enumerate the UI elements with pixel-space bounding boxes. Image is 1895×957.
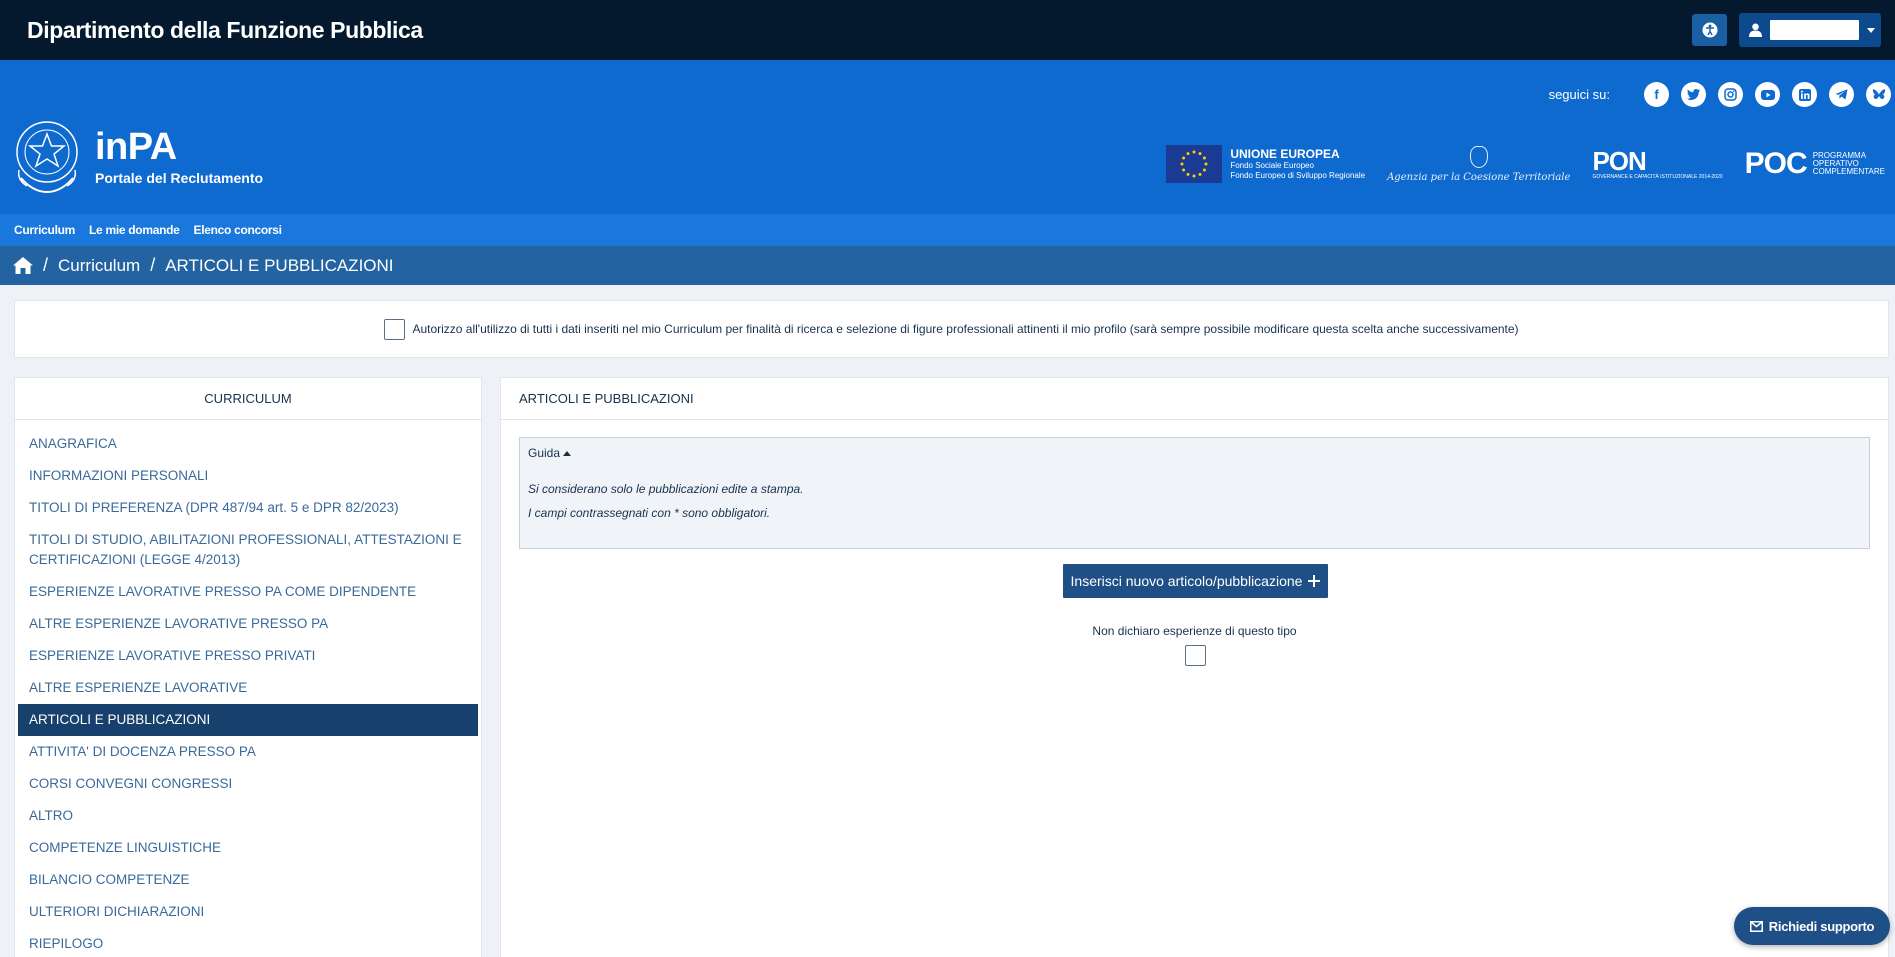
sidebar-title: CURRICULUM (15, 378, 481, 420)
sidebar-item[interactable]: ALTRO (18, 800, 478, 832)
brand-title[interactable]: inPA (95, 126, 177, 169)
eu-line-1: Fondo Sociale Europeo (1230, 161, 1314, 170)
sidebar-item[interactable]: ALTRE ESPERIENZE LAVORATIVE PRESSO PA (18, 608, 478, 640)
guide-line-1: Si considerano solo le pubblicazioni edi… (528, 482, 804, 496)
sidebar-item[interactable]: ESPERIENZE LAVORATIVE PRESSO PRIVATI (18, 640, 478, 672)
breadcrumb-item-curriculum[interactable]: Curriculum (58, 256, 140, 276)
breadcrumb-item-current: ARTICOLI E PUBBLICAZIONI (165, 255, 394, 275)
eu-flag-icon (1166, 145, 1223, 183)
linkedin-icon[interactable] (1792, 82, 1817, 107)
poc-logo: POC PROGRAMMA OPERATIVO COMPLEMENTARE (1745, 147, 1885, 181)
brand-subtitle: Portale del Reclutamento (95, 170, 264, 186)
social-follow: seguici su: f (1549, 82, 1895, 107)
eu-title: UNIONE EUROPEA (1230, 147, 1340, 161)
follow-label: seguici su: (1548, 87, 1610, 102)
youtube-icon[interactable] (1755, 82, 1780, 107)
add-publication-button[interactable]: Inserisci nuovo articolo/pubblicazione (1063, 564, 1328, 598)
telegram-icon[interactable] (1829, 82, 1854, 107)
instagram-icon[interactable] (1718, 82, 1743, 107)
partner-logos: UNIONE EUROPEA Fondo Sociale Europeo Fon… (1166, 134, 1885, 194)
support-button[interactable]: Richiedi supporto (1734, 907, 1890, 945)
nav-item-elenco-concorsi[interactable]: Elenco concorsi (194, 223, 283, 237)
accessibility-icon (1702, 22, 1717, 38)
republic-emblem-logo (16, 121, 78, 194)
breadcrumb: / Curriculum / ARTICOLI E PUBBLICAZIONI (0, 246, 1895, 285)
guide-toggle[interactable]: Guida (528, 446, 1861, 460)
curriculum-sidebar: CURRICULUM ANAGRAFICA INFORMAZIONI PERSON… (14, 377, 482, 957)
sidebar-item[interactable]: ANAGRAFICA (18, 428, 478, 460)
nav-item-curriculum[interactable]: Curriculum (14, 223, 75, 237)
sidebar-item[interactable]: TITOLI DI STUDIO, ABILITAZIONI PROFESSIO… (18, 524, 478, 576)
consent-checkbox[interactable] (384, 318, 406, 340)
eu-logo: UNIONE EUROPEA Fondo Sociale Europeo Fon… (1166, 145, 1365, 183)
consent-box: Autorizzo all'utilizzo di tutti i dati i… (14, 300, 1889, 358)
plus-icon (1308, 575, 1321, 587)
facebook-icon[interactable]: f (1644, 82, 1669, 107)
guide-box: Guida Si considerano solo le pubblicazio… (519, 437, 1870, 549)
department-name[interactable]: Dipartimento della Funzione Pubblica (27, 17, 423, 44)
chevron-up-icon (563, 450, 572, 456)
eu-line-2: Fondo Europeo di Sviluppo Regionale (1230, 171, 1366, 180)
top-right-actions (1692, 13, 1881, 47)
home-icon[interactable] (13, 257, 33, 274)
center-header: seguici su: f inPA Portale del Reclutame… (0, 60, 1895, 214)
twitter-icon[interactable] (1681, 82, 1706, 107)
sidebar-item[interactable]: ESPERIENZE LAVORATIVE PRESSO PA COME DIP… (18, 576, 478, 608)
add-publication-label: Inserisci nuovo articolo/pubblicazione (1070, 573, 1303, 589)
sidebar-item[interactable]: TITOLI DI PREFERENZA (DPR 487/94 art. 5 … (18, 492, 478, 524)
bluesky-icon[interactable] (1866, 82, 1891, 107)
nav-item-le-mie-domande[interactable]: Le mie domande (89, 223, 180, 237)
breadcrumb-separator: / (150, 255, 156, 275)
accessibility-button[interactable] (1692, 14, 1727, 46)
sidebar-item[interactable]: CORSI CONVEGNI CONGRESSI (18, 768, 478, 800)
poc-line-3: COMPLEMENTARE (1812, 167, 1885, 176)
agency-logo: Agenzia per la Coesione Territoriale (1387, 145, 1571, 183)
sidebar-item[interactable]: INFORMAZIONI PERSONALI (18, 460, 478, 492)
main-panel: ARTICOLI E PUBBLICAZIONI Guida Si consid… (500, 377, 1889, 957)
user-name-redacted (1770, 20, 1859, 40)
sidebar-item[interactable]: RIEPILOGO (18, 928, 478, 957)
sidebar-item[interactable]: ALTRE ESPERIENZE LAVORATIVE (18, 672, 478, 704)
sidebar-item[interactable]: BILANCIO COMPETENZE (18, 864, 478, 896)
sidebar-item[interactable]: ATTIVITA' DI DOCENZA PRESSO PA (18, 736, 478, 768)
poc-mark: POC (1744, 147, 1808, 180)
top-header: Dipartimento della Funzione Pubblica (0, 0, 1895, 60)
chevron-down-icon (1867, 27, 1875, 33)
sidebar-item[interactable]: ARTICOLI E PUBBLICAZIONI (18, 704, 478, 736)
guide-line-2: I campi contrassegnati con * sono obblig… (528, 506, 771, 520)
agency-name: Agenzia per la Coesione Territoriale (1387, 171, 1571, 183)
breadcrumb-separator: / (43, 255, 49, 275)
consent-text: Autorizzo all'utilizzo di tutti i dati i… (412, 322, 1519, 336)
support-label: Richiedi supporto (1768, 918, 1875, 934)
main-navbar: Curriculum Le mie domande Elenco concors… (0, 214, 1895, 246)
user-menu-button[interactable] (1739, 13, 1881, 47)
pon-subtitle: GOVERNANCE E CAPACITÀ ISTITUZIONALE 2014… (1592, 174, 1723, 180)
seal-icon (1469, 145, 1488, 168)
pon-logo: PON GOVERNANCE E CAPACITÀ ISTITUZIONALE … (1592, 148, 1722, 180)
no-declare-label: Non dichiaro esperienze di questo tipo (1092, 624, 1297, 638)
sidebar-item[interactable]: COMPETENZE LINGUISTICHE (18, 832, 478, 864)
sidebar-list: ANAGRAFICA INFORMAZIONI PERSONALI TITOLI D… (15, 420, 481, 957)
user-icon (1749, 23, 1762, 37)
pon-mark: PON (1592, 146, 1646, 176)
sidebar-item[interactable]: ULTERIORI DICHIARAZIONI (18, 896, 478, 928)
mail-icon (1749, 920, 1763, 932)
no-declare-checkbox[interactable] (1185, 645, 1206, 666)
guide-title: Guida (528, 446, 561, 460)
panel-title: ARTICOLI E PUBBLICAZIONI (501, 378, 1888, 420)
